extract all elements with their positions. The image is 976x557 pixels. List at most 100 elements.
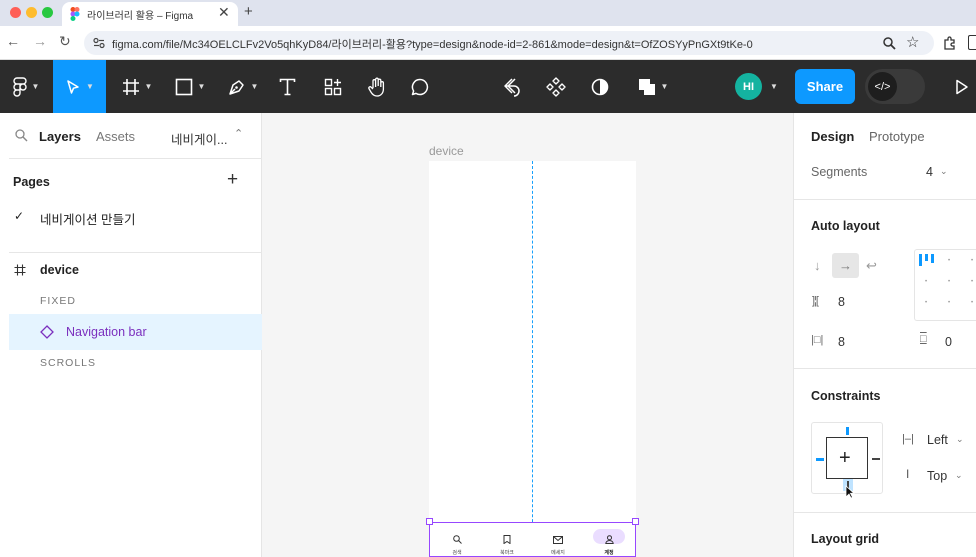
hand-tool-button[interactable] <box>362 60 392 113</box>
navigation-bar-instance[interactable]: 검색 북마크 메세지 계정 <box>429 522 636 557</box>
share-button[interactable]: Share <box>795 69 855 104</box>
chevron-down-icon: ▼ <box>250 82 259 91</box>
horizontal-constraint-icon: |–| <box>902 433 914 445</box>
nav-item-message[interactable]: 메세지 <box>545 531 571 556</box>
site-settings-icon[interactable] <box>93 37 105 49</box>
gap-icon: ]¦[ <box>812 295 819 307</box>
layer-section-fixed[interactable]: FIXED <box>40 295 76 307</box>
gap-value[interactable]: 8 <box>838 295 845 309</box>
frame-tool-button[interactable]: ▼ <box>112 60 162 113</box>
shape-tool-button[interactable]: ▼ <box>165 60 215 113</box>
component-tool-button[interactable] <box>541 60 571 113</box>
tab-close-icon[interactable]: ✕ <box>218 4 230 21</box>
reset-instance-button[interactable] <box>497 60 527 113</box>
vertical-constraint-icon: I <box>906 467 910 481</box>
extensions-icon[interactable] <box>943 36 957 50</box>
sidebar-toggle-icon[interactable] <box>968 35 976 50</box>
selection-handle[interactable] <box>426 518 433 525</box>
constraints-widget[interactable]: + <box>811 422 883 499</box>
direction-wrap-icon[interactable]: ↩ <box>866 258 877 274</box>
component-diamonds-icon <box>546 76 566 97</box>
horizontal-constraint-select[interactable]: Left <box>927 433 948 447</box>
user-avatar[interactable]: HI <box>735 73 762 100</box>
chevron-down-icon[interactable]: ⌄ <box>940 166 948 177</box>
cursor-arrow-icon <box>67 79 79 94</box>
nav-item-search[interactable]: 검색 <box>444 531 470 556</box>
chevron-down-icon: ▼ <box>144 82 153 91</box>
tab-title: 라이브러리 활용 – Figma <box>87 11 194 22</box>
mask-tool-button[interactable] <box>585 60 615 113</box>
page-item[interactable]: ✓ 네비게이션 만들기 <box>9 203 262 229</box>
nav-item-label: 메세지 <box>551 550 565 556</box>
present-button[interactable] <box>948 60 976 113</box>
constraint-left-bar[interactable] <box>816 458 824 461</box>
bookmark-star-icon[interactable]: ☆ <box>906 33 919 51</box>
resources-tool-button[interactable] <box>318 60 348 113</box>
constraint-right-bar[interactable] <box>872 458 880 460</box>
text-t-icon <box>279 78 295 95</box>
comment-bubble-icon <box>411 78 429 95</box>
grid-dot: • <box>948 258 951 264</box>
dev-mode-toggle[interactable]: </> <box>865 69 925 104</box>
pen-nib-icon <box>228 79 244 95</box>
close-window-button[interactable] <box>10 7 21 18</box>
design-canvas[interactable]: device 검색 북마크 메세지 계정 <box>262 113 793 557</box>
add-page-icon[interactable]: + <box>227 169 238 191</box>
divider <box>9 158 262 159</box>
browser-tab[interactable]: 라이브러리 활용 – Figma ✕ <box>62 2 238 26</box>
forward-arrow-icon[interactable]: → <box>33 33 47 49</box>
divider <box>794 199 976 200</box>
direction-horizontal-icon[interactable]: → <box>832 253 859 278</box>
boolean-tool-button[interactable]: ▼ <box>632 60 674 113</box>
direction-vertical-icon[interactable]: ↓ <box>814 258 821 273</box>
nav-item-bookmark[interactable]: 북마크 <box>494 531 520 556</box>
layer-navigation-bar[interactable]: Navigation bar <box>9 314 262 350</box>
text-tool-button[interactable] <box>272 60 302 113</box>
alignment-grid[interactable]: • • • • • • • • <box>914 249 976 321</box>
layers-panel: Layers Assets 네비게이... ⌃ Pages + ✓ 네비게이션 … <box>9 113 262 557</box>
chevron-down-icon[interactable]: ⌄ <box>956 434 964 445</box>
main-menu-button[interactable]: ▼ <box>0 60 52 113</box>
chevron-up-icon[interactable]: ⌃ <box>234 127 243 140</box>
constraint-top-bar[interactable] <box>846 427 849 435</box>
figma-logo-icon <box>12 76 27 97</box>
tab-layers[interactable]: Layers <box>39 129 81 144</box>
mouse-cursor-icon <box>845 485 855 499</box>
chevron-down-icon: ▼ <box>31 82 40 91</box>
minimize-window-button[interactable] <box>26 7 37 18</box>
move-tool-button[interactable]: ▼ <box>53 60 106 113</box>
tab-prototype[interactable]: Prototype <box>869 129 925 144</box>
grid-dot: • <box>925 279 928 285</box>
tab-design[interactable]: Design <box>811 129 854 144</box>
selection-handle[interactable] <box>632 518 639 525</box>
nav-item-account[interactable]: 계정 <box>593 529 625 556</box>
maximize-window-button[interactable] <box>42 7 53 18</box>
page-dropdown[interactable]: 네비게이... <box>171 129 227 148</box>
frame-label[interactable]: device <box>429 144 464 158</box>
pen-tool-button[interactable]: ▼ <box>218 60 268 113</box>
chevron-down-icon[interactable]: ⌄ <box>955 470 963 481</box>
zoom-icon[interactable] <box>883 37 896 50</box>
comment-tool-button[interactable] <box>405 60 435 113</box>
search-icon <box>452 535 462 544</box>
url-text: figma.com/file/Mc34OELCLFv2Vo5qhKyD84/라이… <box>112 39 753 51</box>
device-frame[interactable] <box>429 161 636 557</box>
center-plus-icon: + <box>839 447 851 469</box>
checkmark-icon: ✓ <box>14 209 25 223</box>
new-tab-button[interactable]: + <box>244 3 253 20</box>
layer-section-scrolls[interactable]: SCROLLS <box>40 357 96 369</box>
vertical-constraint-select[interactable]: Top <box>927 469 947 483</box>
tab-assets[interactable]: Assets <box>96 129 135 144</box>
reload-icon[interactable]: ↻ <box>59 33 71 50</box>
back-arrow-icon[interactable]: ← <box>6 33 20 49</box>
search-icon[interactable] <box>15 129 28 142</box>
chevron-down-icon: ▼ <box>197 82 206 91</box>
multiplayer-dropdown[interactable]: ▼ <box>766 60 782 113</box>
vertical-padding-value[interactable]: 0 <box>945 335 952 349</box>
figma-toolbar: ▼ ▼ ▼ ▼ ▼ ▼ ▼ Share </> <box>0 60 976 113</box>
constraint-inner-box: + <box>826 437 868 479</box>
segments-value[interactable]: 4 <box>926 165 933 179</box>
url-field[interactable]: figma.com/file/Mc34OELCLFv2Vo5qhKyD84/라이… <box>84 31 934 55</box>
horizontal-padding-value[interactable]: 8 <box>838 335 845 349</box>
layer-frame-device[interactable]: device <box>9 259 262 281</box>
